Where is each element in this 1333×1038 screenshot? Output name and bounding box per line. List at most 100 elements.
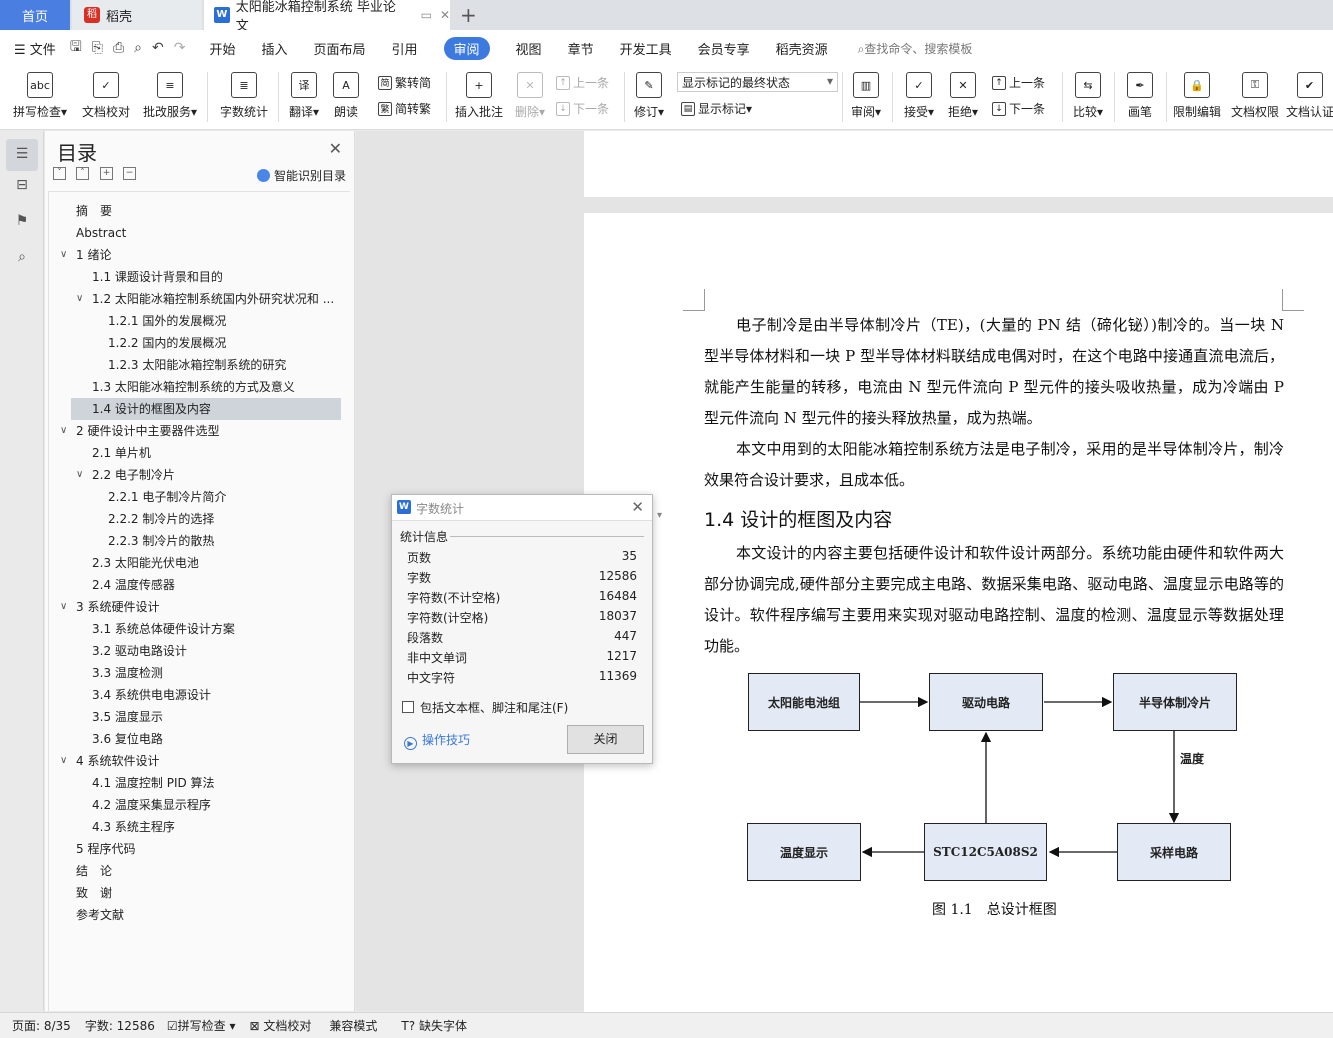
add-heading-icon[interactable]: + xyxy=(100,167,113,180)
doc-auth-button[interactable]: ✔ 文档认证 xyxy=(1286,72,1333,120)
track-changes-button[interactable]: ✎ 修订▾ xyxy=(630,72,668,120)
menu-start[interactable]: 开始 xyxy=(209,39,235,58)
spell-check-button[interactable]: abc 拼写检查▾ xyxy=(10,72,70,120)
toc-item[interactable]: 致 谢 xyxy=(76,882,112,904)
body-paragraph[interactable]: 电子制冷是由半导体制冷片（TE)，(大量的 PN 结（碲化铋）)制冷的。当一块 … xyxy=(704,310,1284,434)
toc-item[interactable]: 2.2.3 制冷片的散热 xyxy=(108,530,214,552)
chevron-down-icon[interactable]: ∨ xyxy=(76,288,83,310)
bookmark-icon[interactable]: ⚑ xyxy=(12,213,32,233)
toc-item[interactable]: 1.2.2 国内的发展概况 xyxy=(108,332,226,354)
insert-comment-button[interactable]: + 插入批注 xyxy=(452,72,506,120)
toc-item[interactable]: ∨ 3 系统硬件设计 xyxy=(60,596,159,618)
close-icon[interactable]: ✕ xyxy=(329,139,342,158)
body-paragraph[interactable]: 本文中用到的太阳能冰箱控制系统方法是电子制冷，采用的是半导体制冷片，制冷效果符合… xyxy=(704,434,1284,496)
delete-comment-button[interactable]: ✕ 删除▾ xyxy=(510,72,550,120)
toc-item[interactable]: 2.1 单片机 xyxy=(92,442,151,464)
doc-permission-button[interactable]: ⚿ 文档权限 xyxy=(1228,72,1282,120)
show-markup-button[interactable]: ▤ 显示标记 ▾ xyxy=(681,100,752,117)
word-count-indicator[interactable]: 字数: 12586 xyxy=(85,1017,155,1034)
expand-up-icon[interactable]: ˄ xyxy=(76,167,89,180)
monitor-icon[interactable]: ▭ xyxy=(421,8,432,22)
translate-button[interactable]: 译翻译▾ xyxy=(286,72,322,120)
toc-item[interactable]: 摘 要 xyxy=(76,200,112,222)
nav-pane-icon[interactable]: ⊟ xyxy=(12,177,32,197)
menu-member[interactable]: 会员专享 xyxy=(698,39,750,58)
doc-check-status[interactable]: ⊠ 文档校对 xyxy=(249,1017,311,1034)
close-icon[interactable]: ✕ xyxy=(631,498,644,516)
toc-item[interactable]: ∨ 2.2 电子制冷片 xyxy=(76,464,175,486)
word-count-button[interactable]: ≣ 字数统计 xyxy=(218,72,270,120)
print-icon[interactable]: ⎙ xyxy=(113,40,124,56)
doc-check-button[interactable]: ✓ 文档校对 xyxy=(80,72,132,120)
menu-insert[interactable]: 插入 xyxy=(261,39,287,58)
menu-layout[interactable]: 页面布局 xyxy=(314,39,366,58)
include-textbox-checkbox[interactable] xyxy=(402,701,414,713)
toc-item[interactable]: 1.2.1 国外的发展概况 xyxy=(108,310,226,332)
toc-item[interactable]: 5 程序代码 xyxy=(76,838,135,860)
toc-item[interactable]: 3.4 系统供电电源设计 xyxy=(92,684,211,706)
toc-item[interactable]: 1.3 太阳能冰箱控制系统的方式及意义 xyxy=(92,376,295,398)
simp-to-trad-button[interactable]: 繁简转繁 xyxy=(378,100,431,117)
chevron-down-icon[interactable]: ∨ xyxy=(60,750,67,772)
toc-item[interactable]: 2.2.2 制冷片的选择 xyxy=(108,508,214,530)
spell-check-status[interactable]: ☑拼写检查 ▾ xyxy=(167,1017,236,1034)
markup-state-select[interactable]: 显示标记的最终状态 xyxy=(677,72,838,92)
menu-chapter[interactable]: 章节 xyxy=(568,39,594,58)
collapse-all-icon[interactable]: ˅ xyxy=(53,167,66,180)
toc-item[interactable]: ∨ 2 硬件设计中主要器件选型 xyxy=(60,420,219,442)
trad-to-simp-button[interactable]: 简繁转简 xyxy=(378,74,431,91)
missing-font-indicator[interactable]: T? 缺失字体 xyxy=(401,1017,467,1034)
next-comment-button[interactable]: ↓ 下一条 xyxy=(556,100,609,117)
toc-item[interactable]: ∨ 4 系统软件设计 xyxy=(60,750,159,772)
restrict-edit-button[interactable]: 🔒 限制编辑 xyxy=(1170,72,1224,120)
menu-view[interactable]: 视图 xyxy=(516,39,542,58)
toc-item[interactable]: ∨ 1.2 太阳能冰箱控制系统国内外研究状况和 ... xyxy=(76,288,334,310)
smart-toc-button[interactable]: 智能识别目录 xyxy=(256,167,346,184)
toc-item[interactable]: 3.5 温度显示 xyxy=(92,706,163,728)
tab-document[interactable]: W 太阳能冰箱控制系统 毕业论文 ▭ ✕ xyxy=(204,0,450,34)
toc-item[interactable]: 3.6 复位电路 xyxy=(92,728,163,750)
toc-item[interactable]: 3.3 温度检测 xyxy=(92,662,163,684)
new-tab-button[interactable]: + xyxy=(460,3,477,27)
toc-item[interactable]: 结 论 xyxy=(76,860,112,882)
menu-dev-tools[interactable]: 开发工具 xyxy=(620,39,672,58)
toc-item[interactable]: 2.4 温度传感器 xyxy=(92,574,175,596)
review-pane-button[interactable]: ▥ 审阅▾ xyxy=(848,72,884,120)
accept-button[interactable]: ✓ 接受▾ xyxy=(900,72,938,120)
compare-button[interactable]: ⇆ 比较▾ xyxy=(1068,72,1108,120)
menu-docer-res[interactable]: 稻壳资源 xyxy=(776,39,828,58)
toc-item[interactable]: Abstract xyxy=(76,222,126,244)
read-aloud-button[interactable]: A 朗读 xyxy=(330,72,362,120)
toc-item[interactable]: 2.2.1 电子制冷片简介 xyxy=(108,486,226,508)
page-indicator[interactable]: 页面: 8/35 xyxy=(12,1017,71,1034)
toc-item[interactable]: 2.3 太阳能光伏电池 xyxy=(92,552,199,574)
export-icon[interactable]: ⎘ xyxy=(92,40,103,56)
prev-comment-button[interactable]: ↑ 上一条 xyxy=(556,74,609,91)
file-menu[interactable]: ☰ 文件 xyxy=(14,39,56,58)
include-textbox-label[interactable]: 包括文本框、脚注和尾注(F) xyxy=(420,699,568,716)
close-button[interactable]: 关闭 xyxy=(567,725,644,754)
search-icon[interactable]: ⌕ xyxy=(12,249,32,269)
body-paragraph[interactable]: 本文设计的内容主要包括硬件设计和软件设计两部分。系统功能由硬件和软件两大部分协调… xyxy=(704,538,1284,662)
redo-icon[interactable]: ↷ xyxy=(174,40,186,56)
command-search[interactable]: ⌕查找命令、搜索模板 xyxy=(858,40,973,57)
next-change-button[interactable]: ↓ 下一条 xyxy=(992,100,1045,117)
dialog-titlebar[interactable]: W 字数统计 ✕ xyxy=(392,495,652,521)
toc-item[interactable]: 4.2 温度采集显示程序 xyxy=(92,794,211,816)
tab-home[interactable]: 首页 xyxy=(0,0,70,30)
undo-icon[interactable]: ↶ xyxy=(152,40,164,56)
toc-item[interactable]: 3.1 系统总体硬件设计方案 xyxy=(92,618,235,640)
toc-item[interactable]: 4.3 系统主程序 xyxy=(92,816,175,838)
compat-mode-indicator[interactable]: 兼容模式 xyxy=(329,1017,377,1034)
toc-item[interactable]: 参考文献 xyxy=(76,904,124,926)
toc-item-selected[interactable]: 1.4 设计的框图及内容 xyxy=(71,398,341,420)
batch-service-button[interactable]: ≡ 批改服务▾ xyxy=(140,72,200,120)
remove-heading-icon[interactable]: − xyxy=(123,167,136,180)
reject-button[interactable]: ✕ 拒绝▾ xyxy=(944,72,982,120)
toc-item[interactable]: 1.1 课题设计背景和目的 xyxy=(92,266,223,288)
close-tab-icon[interactable]: ✕ xyxy=(440,8,450,22)
prev-change-button[interactable]: ↑ 上一条 xyxy=(992,74,1045,91)
menu-review[interactable]: 审阅 xyxy=(443,36,490,60)
chevron-down-icon[interactable]: ∨ xyxy=(60,244,67,266)
toc-panel-icon[interactable]: ☰ xyxy=(6,139,38,171)
